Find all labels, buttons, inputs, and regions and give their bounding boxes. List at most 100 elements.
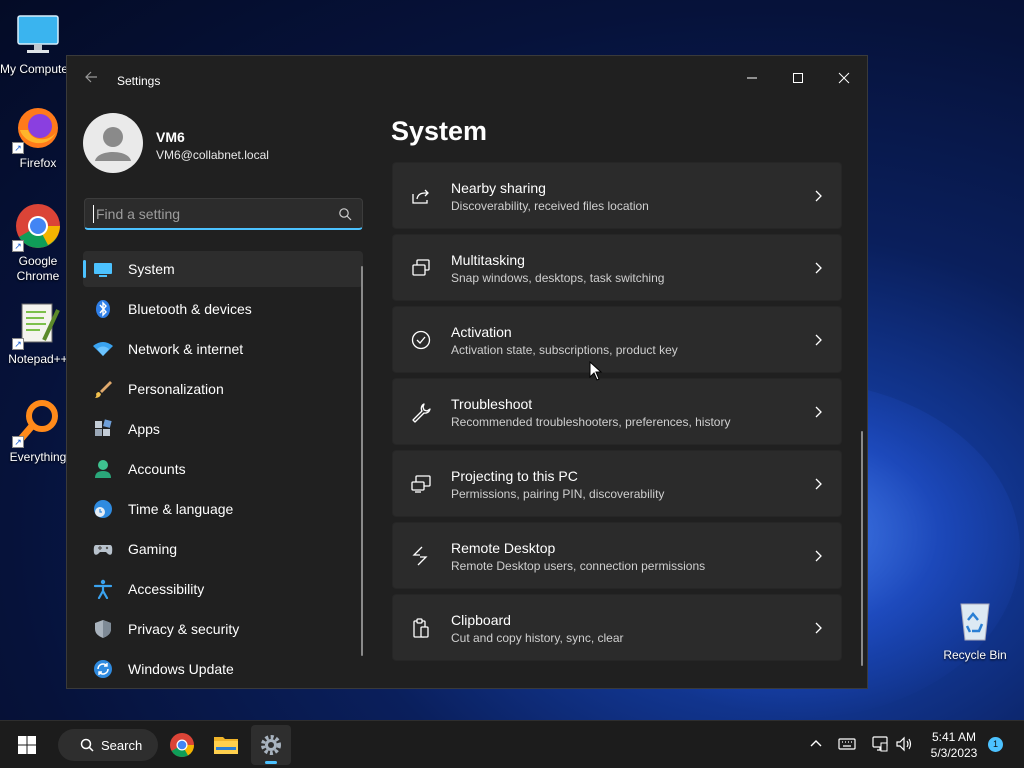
- sidebar-item-windows-update[interactable]: Windows Update: [83, 651, 363, 687]
- shortcut-arrow-icon: ↗: [12, 436, 24, 448]
- card-multitasking[interactable]: Multitasking Snap windows, desktops, tas…: [392, 234, 842, 301]
- desktop-icon-label: Notepad++: [8, 352, 68, 366]
- folder-icon: [214, 737, 238, 754]
- chevron-right-icon: [815, 262, 822, 274]
- card-title: Troubleshoot: [451, 396, 533, 412]
- gamepad-icon: [93, 539, 113, 559]
- card-subtitle: Activation state, subscriptions, product…: [451, 343, 678, 357]
- sidebar-item-label: Network & internet: [128, 341, 244, 357]
- card-activation[interactable]: Activation Activation state, subscriptio…: [392, 306, 842, 373]
- back-button[interactable]: [81, 70, 101, 90]
- card-subtitle: Remote Desktop users, connection permiss…: [451, 559, 706, 573]
- magnifier-icon: ↗: [12, 398, 62, 448]
- sidebar-item-label: Privacy & security: [128, 621, 240, 637]
- chevron-right-icon: [815, 550, 822, 562]
- desktop-icon-chrome[interactable]: ↗ Google Chrome: [0, 202, 76, 284]
- sidebar-item-label: Gaming: [128, 541, 178, 557]
- page-title: System: [391, 116, 488, 146]
- sidebar-item-label: Personalization: [128, 381, 224, 397]
- shortcut-arrow-icon: ↗: [12, 142, 24, 154]
- desktop-icon-label: Everything: [9, 450, 67, 464]
- sidebar-item-apps[interactable]: Apps: [83, 411, 363, 447]
- network-icon[interactable]: [871, 735, 889, 753]
- chevron-right-icon: [815, 334, 822, 346]
- search-box[interactable]: [84, 198, 363, 230]
- close-button[interactable]: [821, 62, 867, 94]
- clock-date: 5/3/2023: [930, 746, 978, 760]
- sidebar-item-personalization[interactable]: Personalization: [83, 371, 363, 407]
- sidebar-item-privacy[interactable]: Privacy & security: [83, 611, 363, 647]
- firefox-icon: ↗: [12, 104, 62, 154]
- minimize-icon: [747, 77, 757, 79]
- notification-badge[interactable]: 1: [988, 737, 1003, 752]
- profile-email: VM6@collabnet.local: [156, 148, 269, 162]
- clipboard-icon: [413, 618, 429, 638]
- taskbar-chrome[interactable]: [162, 725, 202, 765]
- chrome-icon: [170, 733, 194, 758]
- chevron-right-icon: [815, 406, 822, 418]
- taskbar-search-label: Search: [101, 737, 143, 753]
- card-title: Nearby sharing: [451, 180, 546, 196]
- shortcut-arrow-icon: ↗: [12, 338, 24, 350]
- system-icon: [93, 259, 113, 279]
- sidebar-item-accounts[interactable]: Accounts: [83, 451, 363, 487]
- desktop-icon-label: Firefox: [19, 156, 57, 170]
- sidebar-item-system[interactable]: System: [83, 251, 363, 287]
- sidebar-item-network[interactable]: Network & internet: [83, 331, 363, 367]
- maximize-icon: [793, 73, 803, 83]
- search-icon[interactable]: [338, 207, 352, 221]
- desktop-icon-notepadpp[interactable]: ↗ Notepad++: [0, 300, 76, 367]
- sidebar-item-label: Time & language: [128, 501, 234, 517]
- card-remote-desktop[interactable]: Remote Desktop Remote Desktop users, con…: [392, 522, 842, 589]
- main-scrollbar[interactable]: [861, 431, 863, 666]
- sidebar-item-accessibility[interactable]: Accessibility: [83, 571, 363, 607]
- card-projecting[interactable]: Projecting to this PC Permissions, pairi…: [392, 450, 842, 517]
- taskbar-file-explorer[interactable]: [206, 725, 246, 765]
- avatar[interactable]: [83, 113, 143, 173]
- title-bar[interactable]: Settings: [67, 56, 867, 100]
- clock[interactable]: 5:41 AM 5/3/2023: [920, 729, 988, 761]
- sidebar-item-label: Windows Update: [128, 661, 234, 677]
- sidebar-item-bluetooth[interactable]: Bluetooth & devices: [83, 291, 363, 327]
- chevron-right-icon: [815, 478, 822, 490]
- keyboard-icon[interactable]: [838, 735, 856, 753]
- desktop-icon-everything[interactable]: ↗ Everything: [0, 398, 76, 465]
- bluetooth-icon: [93, 299, 113, 319]
- paintbrush-icon: [93, 379, 113, 399]
- window-title: Settings: [117, 74, 161, 88]
- card-subtitle: Recommended troubleshooters, preferences…: [451, 415, 731, 429]
- chrome-icon: ↗: [12, 202, 62, 252]
- desktop-icon-my-computer[interactable]: My Computer: [0, 10, 76, 77]
- sidebar-item-gaming[interactable]: Gaming: [83, 531, 363, 567]
- desktop-icon-recycle-bin[interactable]: Recycle Bin: [937, 596, 1013, 663]
- maximize-button[interactable]: [775, 62, 821, 94]
- search-icon: [80, 738, 94, 752]
- taskbar-settings[interactable]: [251, 725, 291, 765]
- card-nearby-sharing[interactable]: Nearby sharing Discoverability, received…: [392, 162, 842, 229]
- volume-icon[interactable]: [895, 735, 913, 753]
- wifi-icon: [93, 339, 113, 359]
- sidebar-item-time-language[interactable]: Time & language: [83, 491, 363, 527]
- desktop-icon-label: Google Chrome: [16, 254, 60, 283]
- active-app-indicator: [265, 761, 277, 764]
- settings-list: Nearby sharing Discoverability, received…: [392, 162, 842, 666]
- chevron-up-icon[interactable]: [807, 735, 825, 753]
- taskbar-search-button[interactable]: Search: [58, 729, 158, 761]
- card-subtitle: Snap windows, desktops, task switching: [451, 271, 665, 285]
- minimize-button[interactable]: [729, 62, 775, 94]
- sidebar-nav: System Bluetooth & devices Network & int…: [83, 251, 363, 691]
- profile-name: VM6: [156, 129, 185, 145]
- mouse-cursor-icon: [589, 361, 603, 381]
- sidebar-scrollbar[interactable]: [361, 266, 363, 656]
- desktop-icon-label: My Computer: [0, 62, 66, 76]
- card-clipboard[interactable]: Clipboard Cut and copy history, sync, cl…: [392, 594, 842, 661]
- desktop-icon-firefox[interactable]: ↗ Firefox: [0, 104, 76, 171]
- start-button[interactable]: [7, 725, 47, 765]
- wrench-icon: [412, 403, 431, 423]
- update-icon: [93, 659, 113, 679]
- card-title: Projecting to this PC: [451, 468, 578, 484]
- projector-icon: [411, 475, 431, 493]
- notepadpp-icon: ↗: [12, 300, 62, 350]
- card-troubleshoot[interactable]: Troubleshoot Recommended troubleshooters…: [392, 378, 842, 445]
- search-input[interactable]: [93, 205, 333, 223]
